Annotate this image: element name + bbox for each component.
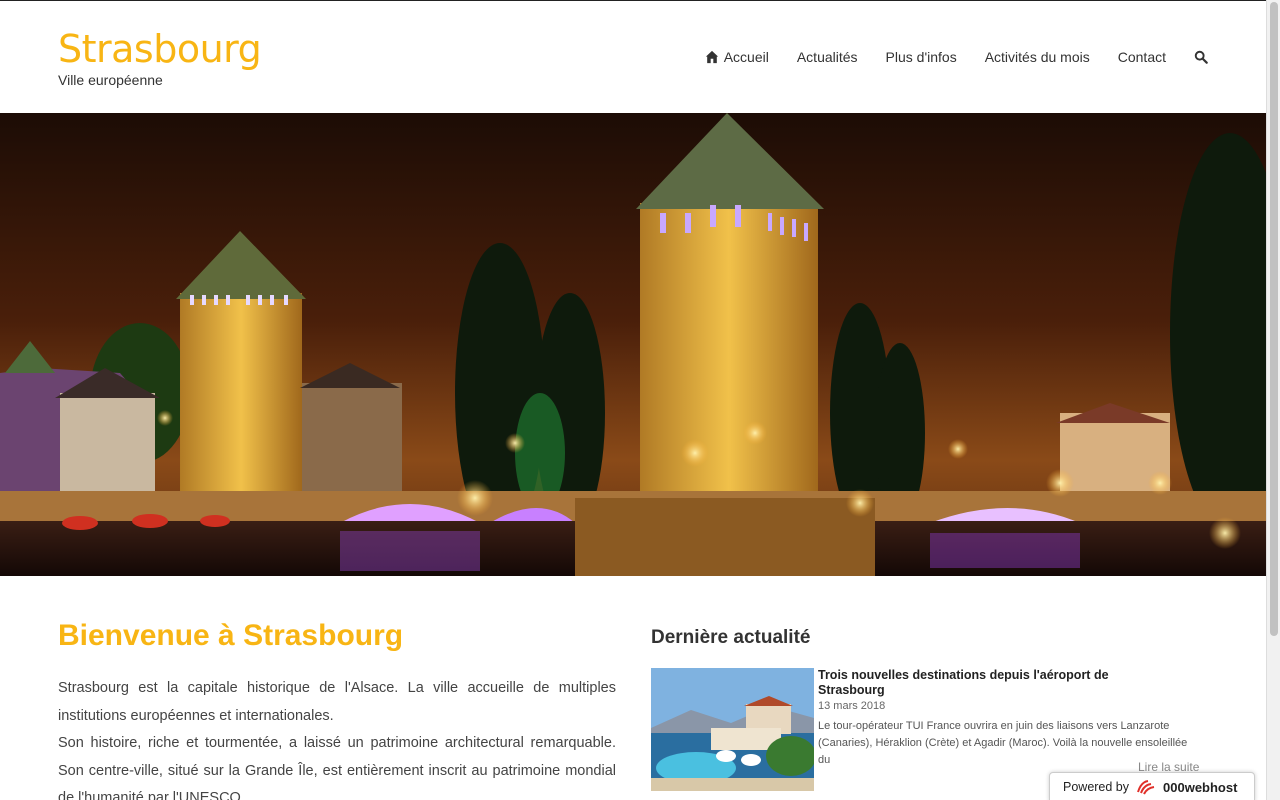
powered-by-brand: 000webhost — [1163, 779, 1238, 795]
news-title-link[interactable]: Trois nouvelles destinations depuis l'aé… — [818, 668, 1138, 698]
nav-item-label: Actualités — [796, 49, 858, 65]
nav-item-label: Contact — [1117, 49, 1166, 65]
welcome-paragraph: Son histoire, riche et tourmentée, a lai… — [58, 735, 616, 800]
news-thumbnail[interactable] — [651, 668, 814, 791]
welcome-title: Bienvenue à Strasbourg — [58, 619, 404, 652]
news-date: 13 mars 2018 — [818, 700, 886, 712]
nav-item-actualites[interactable]: Actualités — [797, 49, 858, 65]
nav-item-contact[interactable]: Contact — [1118, 49, 1166, 65]
search-icon[interactable] — [1194, 50, 1208, 64]
nav-item-plus-infos[interactable]: Plus d'infos — [886, 49, 957, 65]
welcome-text: Strasbourg est la capitale historique de… — [58, 675, 616, 800]
powered-by-label: Powered by — [1063, 780, 1130, 794]
site-tagline: Ville européenne — [58, 72, 163, 88]
site-header: Strasbourg Ville européenne Accueil Actu… — [0, 1, 1266, 113]
nav-item-label: Plus d'infos — [885, 49, 957, 65]
vertical-scrollbar[interactable] — [1266, 0, 1280, 800]
nav-item-activites[interactable]: Activités du mois — [985, 49, 1090, 65]
nav-item-label: Accueil — [723, 49, 769, 65]
main-nav: Accueil Actualités Plus d'infos Activité… — [705, 49, 1208, 65]
page: Strasbourg Ville européenne Accueil Actu… — [0, 0, 1266, 800]
nav-item-label: Activités du mois — [984, 49, 1090, 65]
webhost-logo-icon — [1137, 780, 1155, 795]
powered-by-badge[interactable]: Powered by 000webhost — [1049, 772, 1255, 800]
hero-image — [0, 113, 1266, 576]
home-icon — [705, 50, 718, 64]
site-title[interactable]: Strasbourg — [58, 27, 262, 71]
scrollbar-thumb[interactable] — [1270, 2, 1278, 636]
news-heading: Dernière actualité — [651, 627, 811, 648]
nav-item-accueil[interactable]: Accueil — [705, 49, 769, 65]
welcome-paragraph: Strasbourg est la capitale historique de… — [58, 680, 616, 724]
